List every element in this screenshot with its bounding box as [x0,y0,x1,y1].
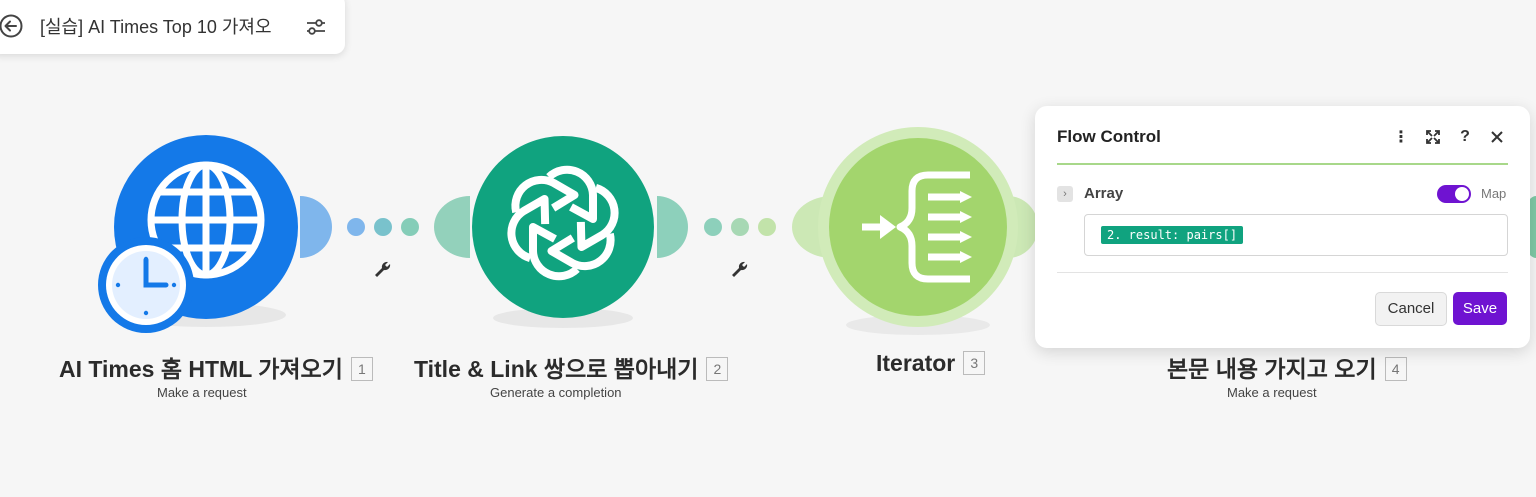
module-number-badge: 3 [963,351,986,375]
mapped-value-pill[interactable]: 2. result: pairs[] [1101,226,1244,244]
module-2-subtitle: Generate a completion [490,385,622,400]
array-field-label: Array [1084,185,1124,202]
panel-footer-divider [1057,272,1508,273]
module-number-badge: 2 [706,357,729,381]
module-1-subtitle: Make a request [157,385,247,400]
chevron-right-icon[interactable]: › [1057,186,1073,202]
scenario-canvas[interactable]: [실습] AI Times Top 10 가져오 AI Times 홈 HTML… [0,0,1536,497]
panel-divider [1057,163,1508,165]
expand-icon[interactable] [1422,126,1444,148]
module-number-badge: 4 [1384,357,1407,381]
module-4-title: 본문 내용 가지고 오기 4 [1167,350,1407,384]
array-input[interactable]: 2. result: pairs[] [1084,214,1508,256]
map-toggle[interactable] [1437,185,1471,203]
panel-toolbar: ⋮ ? [1390,126,1508,148]
save-button[interactable]: Save [1453,292,1507,325]
module-number-badge: 1 [350,357,373,381]
more-options-icon[interactable]: ⋮ [1390,126,1412,148]
flow-control-panel: Flow Control ⋮ ? › Array Map 2. result: … [1035,106,1530,348]
help-icon[interactable]: ? [1454,126,1476,148]
map-toggle-label: Map [1481,186,1507,201]
panel-title: Flow Control [1057,127,1161,146]
module-4-subtitle: Make a request [1227,385,1317,400]
module-3-title: Iterator 3 [876,350,986,377]
cancel-button[interactable]: Cancel [1375,292,1447,326]
close-icon[interactable] [1486,126,1508,148]
